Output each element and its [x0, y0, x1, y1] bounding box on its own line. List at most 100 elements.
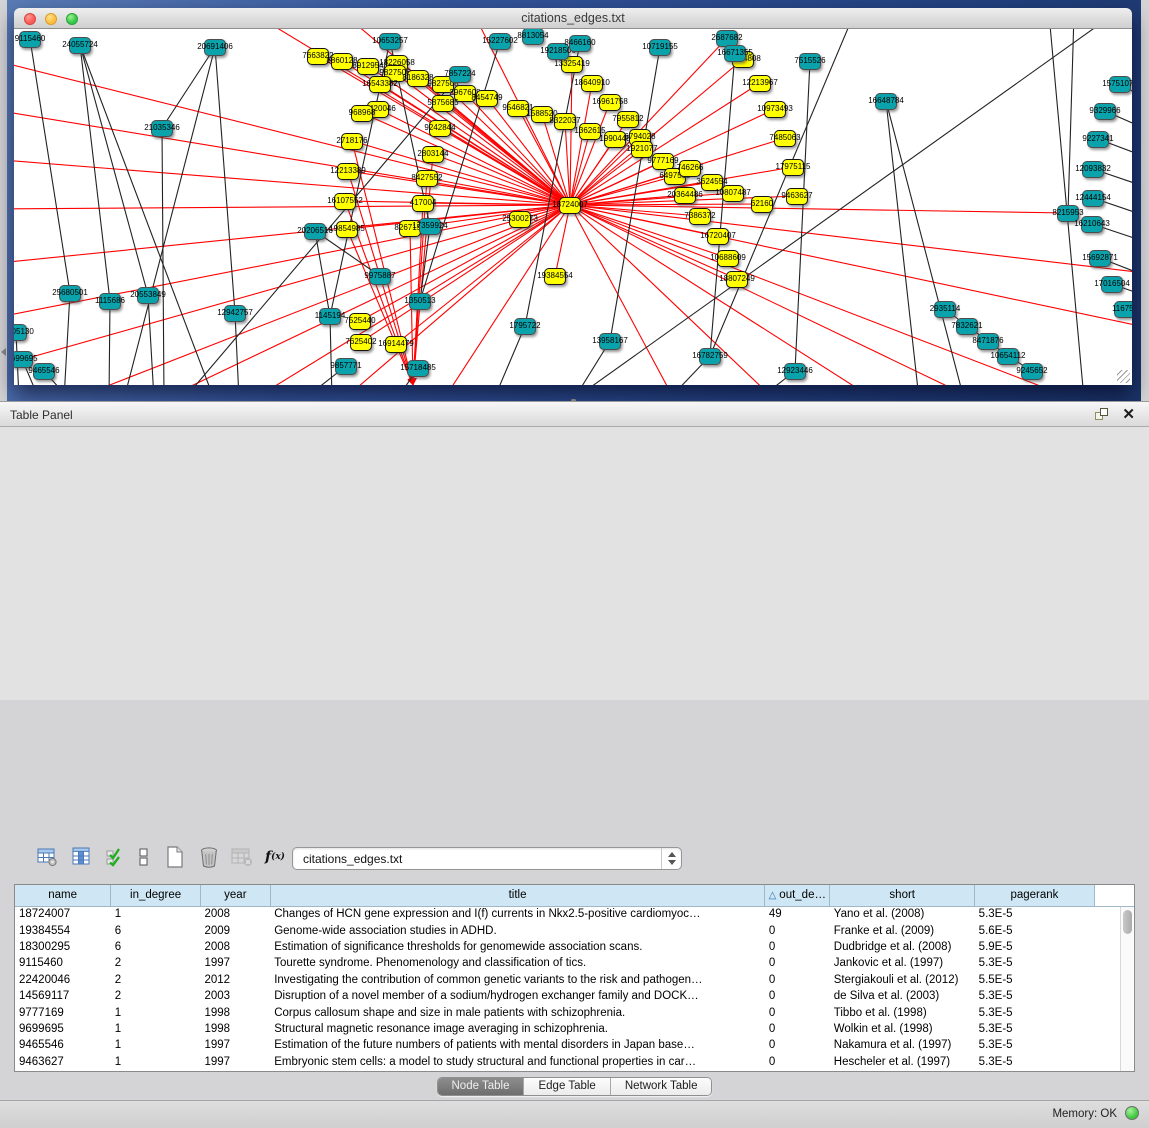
network-node[interactable] [674, 187, 696, 204]
network-node[interactable] [369, 76, 391, 93]
network-node[interactable] [489, 33, 511, 50]
network-node[interactable] [204, 39, 226, 56]
column-header-in_degree[interactable]: in_degree [111, 885, 201, 906]
network-node[interactable] [407, 360, 429, 377]
select-rows-checks-icon[interactable] [101, 843, 127, 871]
network-node[interactable] [689, 208, 711, 225]
network-node[interactable] [569, 35, 591, 52]
table-cell[interactable]: 2012 [200, 972, 270, 988]
network-node[interactable] [307, 48, 329, 65]
table-cell[interactable]: 5.9E-5 [975, 939, 1095, 955]
network-node[interactable] [429, 120, 451, 137]
table-cell[interactable]: 0 [765, 1004, 830, 1020]
table-cell[interactable]: Tourette syndrome. Phenomenology and cla… [270, 955, 765, 971]
table-cell[interactable]: 1997 [200, 1037, 270, 1053]
network-node[interactable] [997, 348, 1019, 365]
network-node[interactable] [334, 193, 356, 210]
network-node[interactable] [751, 196, 773, 213]
network-node[interactable] [385, 336, 407, 353]
network-node[interactable] [369, 268, 391, 285]
close-panel-icon[interactable]: ✕ [1122, 405, 1135, 423]
network-node[interactable] [749, 75, 771, 92]
network-node[interactable] [379, 33, 401, 50]
network-node[interactable] [631, 141, 653, 158]
table-row[interactable]: 1872400712008Changes of HCN gene express… [15, 906, 1134, 922]
column-header-year[interactable]: year [200, 885, 270, 906]
network-node[interactable] [934, 301, 956, 318]
network-edge[interactable] [235, 313, 239, 385]
column-header-out_de[interactable]: △out_de… [765, 885, 830, 906]
network-edge[interactable] [14, 205, 570, 209]
table-cell[interactable]: Disruption of a novel member of a sodium… [270, 988, 765, 1004]
function-builder-icon[interactable]: f(x) [262, 843, 288, 871]
network-edge[interactable] [64, 293, 70, 385]
network-node[interactable] [786, 188, 808, 205]
table-cell[interactable]: Stergiakouli et al. (2012) [830, 972, 975, 988]
table-cell[interactable]: 2009 [200, 922, 270, 938]
window-titlebar[interactable]: citations_edges.txt [14, 8, 1132, 29]
network-node[interactable] [337, 163, 359, 180]
table-row[interactable]: 946554611997Estimation of the future num… [15, 1037, 1134, 1053]
network-node[interactable] [977, 333, 999, 350]
network-canvas[interactable]: 1872400776638228860128891295418226058982… [14, 29, 1132, 385]
network-node[interactable] [335, 358, 357, 375]
table-source-select[interactable]: citations_edges.txt [292, 847, 682, 870]
network-node[interactable] [1087, 131, 1109, 148]
network-node[interactable] [522, 29, 544, 45]
table-cell[interactable]: 5.3E-5 [975, 1004, 1095, 1020]
network-node[interactable] [599, 94, 621, 111]
network-node[interactable] [679, 160, 701, 177]
network-node[interactable] [412, 195, 434, 212]
table-row[interactable]: 969969511998Structural magnetic resonanc… [15, 1021, 1134, 1037]
network-node[interactable] [509, 211, 531, 228]
table-cell[interactable]: 9465546 [15, 1037, 111, 1053]
column-header-name[interactable]: name [15, 885, 111, 906]
network-edge[interactable] [14, 205, 570, 369]
network-node[interactable] [449, 66, 471, 83]
network-node[interactable] [649, 39, 671, 56]
table-cell[interactable]: 1998 [200, 1021, 270, 1037]
table-cell[interactable]: 5.3E-5 [975, 1037, 1095, 1053]
table-cell[interactable]: 0 [765, 1037, 830, 1053]
table-cell[interactable]: 14569117 [15, 988, 111, 1004]
table-cell[interactable]: Dudbridge et al. (2008) [830, 939, 975, 955]
network-node[interactable] [350, 334, 372, 351]
table-cell[interactable]: Jankovic et al. (1997) [830, 955, 975, 971]
network-node[interactable] [351, 105, 373, 122]
network-node[interactable] [599, 333, 621, 350]
network-edge[interactable] [570, 205, 774, 385]
delete-trash-icon[interactable] [196, 843, 222, 871]
network-node[interactable] [19, 31, 41, 48]
window-resize-grip[interactable] [1117, 370, 1130, 383]
network-node[interactable] [764, 101, 786, 118]
table-cell[interactable]: 18724007 [15, 906, 111, 922]
network-node[interactable] [581, 75, 603, 92]
network-node[interactable] [782, 159, 804, 176]
network-node[interactable] [341, 133, 363, 150]
network-edge[interactable] [162, 128, 164, 385]
network-node[interactable] [59, 285, 81, 302]
network-node[interactable] [559, 197, 581, 214]
table-cell[interactable]: 1 [111, 1004, 201, 1020]
table-cell[interactable]: 2008 [200, 939, 270, 955]
network-edge[interactable] [360, 205, 570, 321]
row-selector-icon[interactable] [131, 843, 157, 871]
network-edge[interactable] [795, 61, 810, 371]
network-node[interactable] [1082, 161, 1104, 178]
table-cell[interactable]: 19384554 [15, 922, 111, 938]
table-cell[interactable]: 2 [111, 988, 201, 1004]
table-cell[interactable]: 5.6E-5 [975, 922, 1095, 938]
table-cell[interactable]: 2003 [200, 988, 270, 1004]
network-node[interactable] [137, 287, 159, 304]
table-row[interactable]: 1830029562008Estimation of significance … [15, 939, 1134, 955]
network-node[interactable] [956, 318, 978, 335]
float-panel-icon[interactable] [1095, 408, 1109, 422]
network-edge[interactable] [444, 205, 570, 385]
table-cell[interactable]: Embryonic stem cells: a model to study s… [270, 1054, 765, 1070]
table-scrollbar-track[interactable] [1120, 907, 1133, 1071]
network-node[interactable] [331, 53, 353, 70]
network-node[interactable] [399, 220, 421, 237]
table-cell[interactable]: 1998 [200, 1004, 270, 1020]
network-node[interactable] [617, 111, 639, 128]
table-cell[interactable]: 0 [765, 972, 830, 988]
